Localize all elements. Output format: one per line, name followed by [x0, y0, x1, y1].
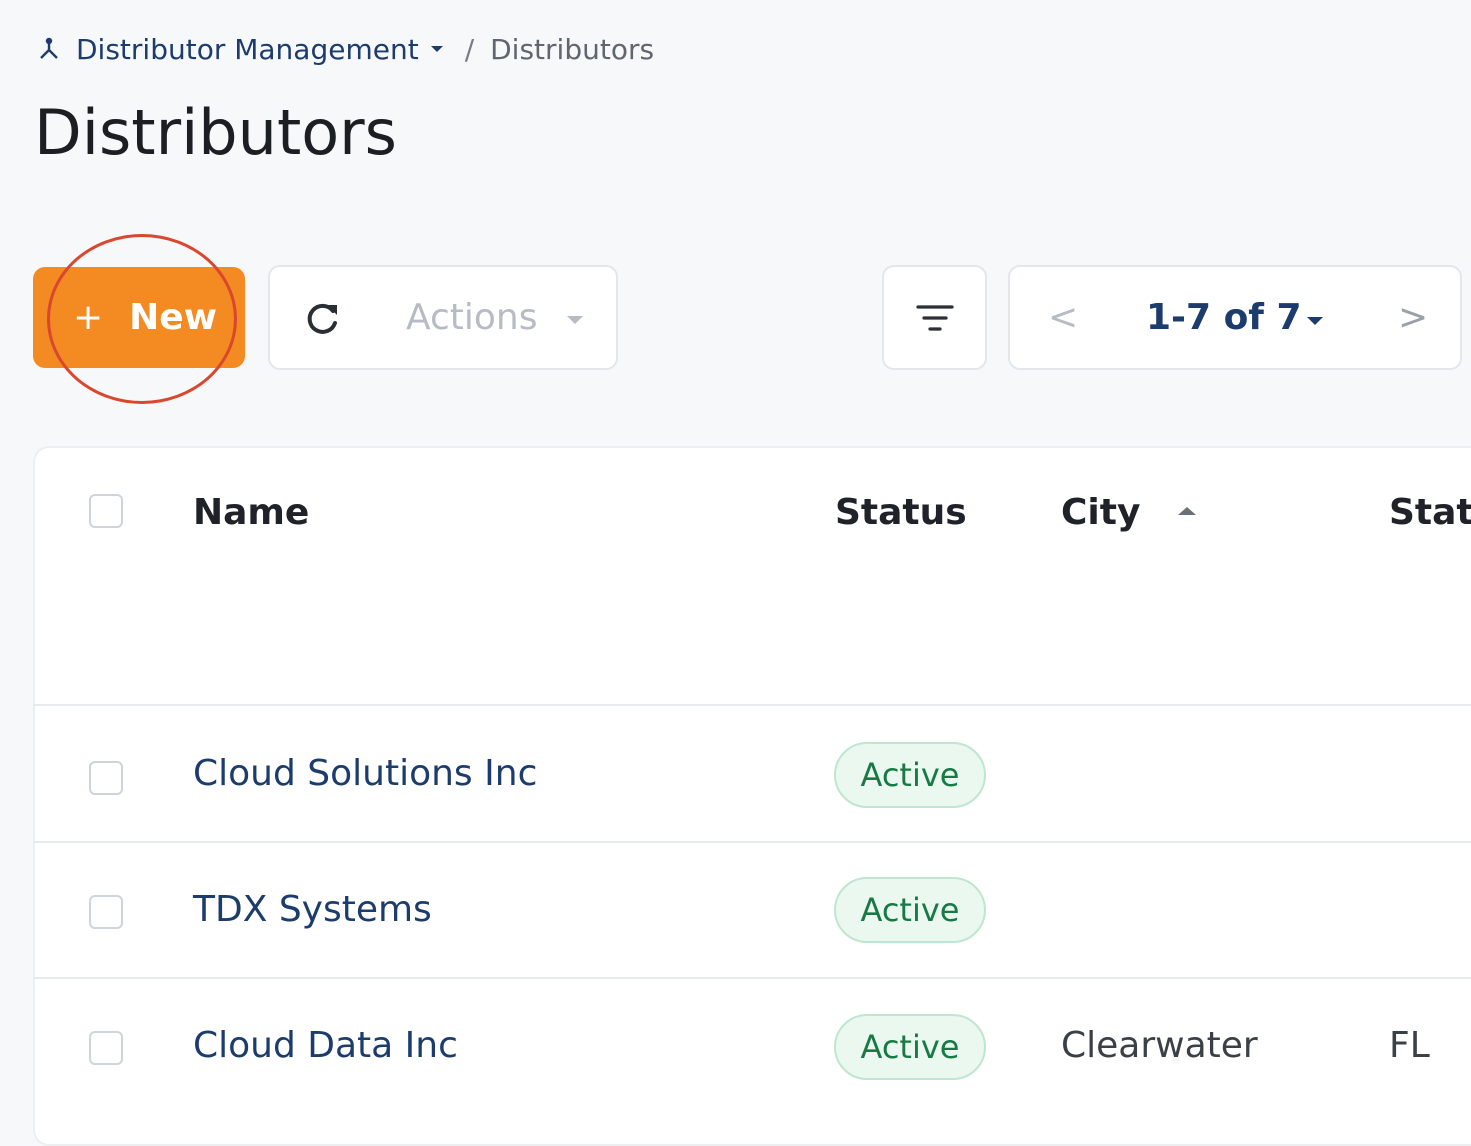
- filter-button[interactable]: [882, 265, 987, 370]
- refresh-icon[interactable]: [300, 297, 344, 341]
- distributor-name-link[interactable]: Cloud Solutions Inc: [193, 753, 537, 794]
- chevron-down-icon: [567, 316, 583, 324]
- column-header-state[interactable]: Stat: [1389, 492, 1471, 533]
- status-badge: Active: [834, 877, 986, 943]
- new-button[interactable]: + New: [33, 267, 245, 368]
- select-all-checkbox[interactable]: [89, 494, 123, 528]
- header-divider: [33, 704, 1471, 706]
- column-header-status[interactable]: Status: [835, 492, 967, 533]
- refresh-actions-group: Actions: [268, 265, 618, 370]
- new-button-label: New: [129, 297, 217, 338]
- row-divider: [33, 977, 1471, 979]
- breadcrumb-current: Distributors: [490, 32, 655, 66]
- next-page-button[interactable]: >: [1398, 297, 1428, 338]
- row-divider: [33, 841, 1471, 843]
- distributor-name-link[interactable]: TDX Systems: [193, 889, 432, 930]
- row-checkbox[interactable]: [89, 895, 123, 929]
- status-badge: Active: [834, 1014, 986, 1080]
- column-header-city[interactable]: City: [1061, 492, 1140, 533]
- column-header-name[interactable]: Name: [193, 492, 309, 533]
- breadcrumb-parent-link[interactable]: Distributor Management: [76, 33, 419, 66]
- filter-icon: [915, 304, 954, 331]
- status-badge: Active: [834, 742, 986, 808]
- state-cell: FL: [1389, 1025, 1430, 1066]
- chevron-down-icon[interactable]: [430, 46, 443, 52]
- org-chart-icon: [40, 37, 58, 59]
- actions-dropdown[interactable]: Actions: [406, 297, 538, 338]
- distributor-name-link[interactable]: Cloud Data Inc: [193, 1025, 458, 1066]
- sort-ascending-icon[interactable]: [1178, 507, 1196, 515]
- breadcrumb: Distributor Management / Distributors: [36, 28, 654, 70]
- row-checkbox[interactable]: [89, 1031, 123, 1065]
- city-cell: Clearwater: [1061, 1025, 1258, 1066]
- chevron-down-icon: [1307, 317, 1323, 325]
- page-range-dropdown[interactable]: 1-7 of 7: [1146, 297, 1302, 338]
- row-checkbox[interactable]: [89, 761, 123, 795]
- pagination: < 1-7 of 7 >: [1008, 265, 1462, 370]
- previous-page-button[interactable]: <: [1048, 297, 1078, 338]
- page-title: Distributors: [34, 96, 397, 169]
- breadcrumb-separator: /: [464, 32, 475, 66]
- plus-icon: +: [73, 297, 104, 338]
